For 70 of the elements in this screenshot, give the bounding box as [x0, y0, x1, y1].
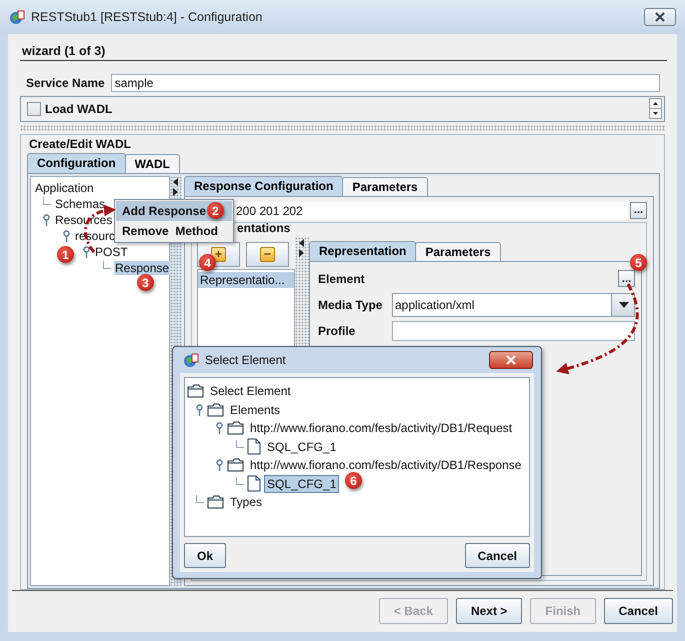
spinner-arrows-icon[interactable]	[649, 98, 662, 120]
tab[interactable]: Parameters	[415, 242, 501, 260]
tab[interactable]: Configuration	[27, 152, 126, 172]
tree-line	[236, 476, 244, 485]
browse-button[interactable]: ...	[630, 202, 647, 218]
field-label: Profile	[318, 324, 356, 338]
list-item[interactable]: Representatio...	[198, 272, 294, 288]
wizard-button[interactable]: Next >	[456, 598, 522, 624]
checkbox-label[interactable]: Load WADL	[45, 102, 112, 116]
tree-item[interactable]: Response	[114, 260, 170, 274]
tab[interactable]: Representation	[309, 240, 416, 260]
group-title: Create/Edit WADL	[29, 136, 132, 152]
dialog-button[interactable]: Cancel	[464, 543, 530, 568]
tree-line	[103, 260, 111, 268]
expand-handle-icon[interactable]	[214, 422, 224, 434]
media-type-dropdown[interactable]: application/xml	[392, 292, 635, 316]
expand-handle-icon[interactable]	[62, 230, 70, 242]
tree-item[interactable]: Elements	[227, 400, 284, 419]
tree-item[interactable]: POST	[94, 244, 129, 258]
menu-item[interactable]: Remove Method	[116, 221, 232, 241]
close-button[interactable]	[644, 8, 676, 26]
folder-icon	[207, 402, 224, 417]
tab[interactable]: Response Configuration	[184, 176, 344, 196]
tree-item[interactable]: http://www.fiorano.com/fesb/activity/DB1/Request	[247, 419, 516, 438]
tab[interactable]: Parameters	[342, 176, 428, 196]
tree-item[interactable]: Types	[227, 493, 266, 512]
expand-handle-icon[interactable]	[42, 214, 50, 226]
dropdown-arrow-icon[interactable]	[619, 302, 629, 308]
app-icon	[9, 9, 25, 25]
app-icon	[183, 352, 199, 368]
tree-item[interactable]: http://www.fiorano.com/fesb/activity/DB1/Response	[247, 456, 524, 474]
close-icon	[505, 355, 517, 365]
tree-item[interactable]: Application	[34, 180, 95, 194]
wizard-title: wizard (1 of 3)	[20, 44, 667, 61]
collapse-arrow-icon[interactable]	[299, 238, 305, 246]
dialog-title: Select Element	[205, 353, 287, 367]
tree-item[interactable]: Schemas	[54, 196, 106, 210]
field-label: Service Name	[26, 76, 105, 90]
close-button[interactable]	[489, 351, 533, 369]
folder-icon	[227, 458, 244, 472]
tree-item[interactable]: SQL_CFG_1	[264, 438, 340, 456]
wizard-button[interactable]: Cancel	[604, 598, 673, 624]
browse-button[interactable]: ...	[618, 270, 635, 287]
window-title: RESTStub1 [RESTStub:4] - Configuration	[31, 10, 264, 24]
expand-handle-icon[interactable]	[82, 246, 90, 258]
folder-icon	[227, 421, 244, 436]
expand-handle-icon[interactable]	[194, 404, 204, 416]
tree-line	[236, 440, 244, 448]
checkbox[interactable]	[27, 102, 41, 116]
profile-field[interactable]	[392, 320, 635, 340]
tree-item[interactable]: SQL_CFG_1	[264, 474, 340, 493]
close-icon	[654, 12, 666, 22]
tree-line	[196, 495, 204, 504]
expand-arrow-icon[interactable]	[299, 248, 305, 256]
folder-icon	[207, 495, 224, 510]
expand-handle-icon[interactable]	[214, 459, 224, 472]
remove-button[interactable]: −	[246, 242, 289, 266]
document-icon	[247, 475, 261, 492]
tree-item[interactable]: Select Element	[207, 382, 294, 400]
expand-arrow-icon[interactable]	[173, 188, 179, 196]
collapse-arrow-icon[interactable]	[173, 178, 179, 186]
dialog-button[interactable]: Ok	[184, 543, 226, 568]
tab[interactable]: WADL	[124, 154, 180, 172]
document-icon	[247, 438, 261, 456]
status-codes-field[interactable]: 200 201 202	[233, 202, 628, 220]
folder-icon	[187, 384, 204, 398]
field-label: Media Type	[318, 298, 384, 312]
tree-line	[43, 196, 51, 204]
service-name-field[interactable]: sample	[110, 74, 660, 92]
field-label: Element	[318, 272, 366, 286]
